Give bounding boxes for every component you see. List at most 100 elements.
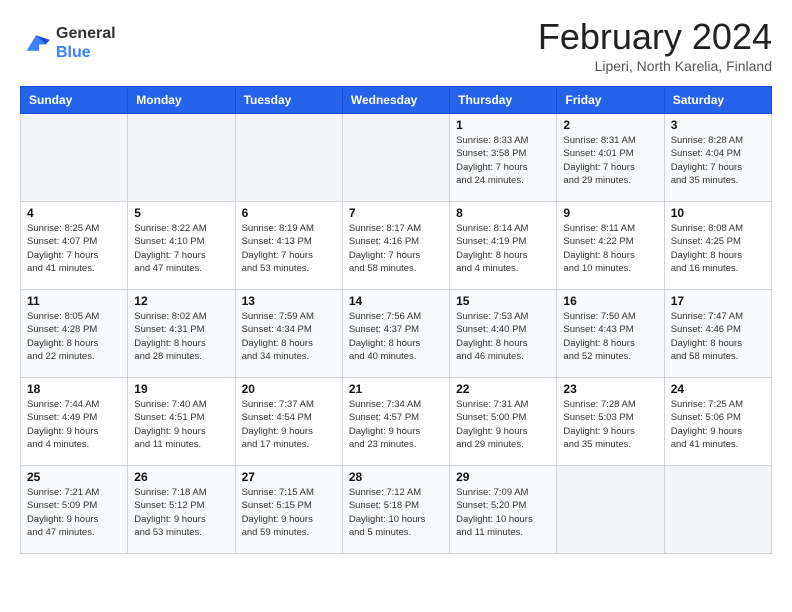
day-number: 29	[456, 470, 550, 484]
day-info: Sunrise: 7:34 AM Sunset: 4:57 PM Dayligh…	[349, 398, 443, 451]
day-info: Sunrise: 8:25 AM Sunset: 4:07 PM Dayligh…	[27, 222, 121, 275]
calendar-cell: 3 Sunrise: 8:28 AM Sunset: 4:04 PM Daylig…	[664, 114, 771, 202]
calendar-cell: 26 Sunrise: 7:18 AM Sunset: 5:12 PM Dayli…	[128, 466, 235, 554]
logo-icon	[20, 29, 52, 57]
day-number: 25	[27, 470, 121, 484]
day-info: Sunrise: 7:37 AM Sunset: 4:54 PM Dayligh…	[242, 398, 336, 451]
calendar-cell	[342, 114, 449, 202]
calendar-cell: 12Sunrise: 8:02 AM Sunset: 4:31 PM Dayli…	[128, 290, 235, 378]
calendar-cell: 10 Sunrise: 8:08 AM Sunset: 4:25 PM Dayli…	[664, 202, 771, 290]
day-number: 16	[563, 294, 657, 308]
calendar-cell: 17 Sunrise: 7:47 AM Sunset: 4:46 PM Dayli…	[664, 290, 771, 378]
day-info: Sunrise: 8:33 AM Sunset: 3:58 PM Dayligh…	[456, 134, 550, 187]
day-number: 12	[134, 294, 228, 308]
calendar-cell	[664, 466, 771, 554]
day-number: 28	[349, 470, 443, 484]
day-info: Sunrise: 7:44 AM Sunset: 4:49 PM Dayligh…	[27, 398, 121, 451]
calendar-cell: 4Sunrise: 8:25 AM Sunset: 4:07 PM Daylig…	[21, 202, 128, 290]
day-number: 18	[27, 382, 121, 396]
day-number: 15	[456, 294, 550, 308]
day-number: 23	[563, 382, 657, 396]
calendar-cell: 29 Sunrise: 7:09 AM Sunset: 5:20 PM Dayli…	[450, 466, 557, 554]
calendar-cell: 9Sunrise: 8:11 AM Sunset: 4:22 PM Daylig…	[557, 202, 664, 290]
calendar-cell	[235, 114, 342, 202]
calendar-day-header: Friday	[557, 87, 664, 114]
calendar-cell	[557, 466, 664, 554]
calendar-cell: 20 Sunrise: 7:37 AM Sunset: 4:54 PM Dayli…	[235, 378, 342, 466]
day-number: 27	[242, 470, 336, 484]
calendar-cell: 28 Sunrise: 7:12 AM Sunset: 5:18 PM Dayli…	[342, 466, 449, 554]
day-info: Sunrise: 7:59 AM Sunset: 4:34 PM Dayligh…	[242, 310, 336, 363]
calendar-cell: 21Sunrise: 7:34 AM Sunset: 4:57 PM Dayli…	[342, 378, 449, 466]
day-number: 1	[456, 118, 550, 132]
calendar-day-header: Sunday	[21, 87, 128, 114]
calendar-day-header: Tuesday	[235, 87, 342, 114]
day-number: 17	[671, 294, 765, 308]
calendar-cell: 18 Sunrise: 7:44 AM Sunset: 4:49 PM Dayli…	[21, 378, 128, 466]
calendar-cell: 27Sunrise: 7:15 AM Sunset: 5:15 PM Dayli…	[235, 466, 342, 554]
day-number: 26	[134, 470, 228, 484]
day-info: Sunrise: 7:28 AM Sunset: 5:03 PM Dayligh…	[563, 398, 657, 451]
calendar-cell: 6Sunrise: 8:19 AM Sunset: 4:13 PM Daylig…	[235, 202, 342, 290]
month-title: February 2024	[538, 16, 772, 58]
calendar-cell	[128, 114, 235, 202]
day-number: 5	[134, 206, 228, 220]
calendar-cell: 24 Sunrise: 7:25 AM Sunset: 5:06 PM Dayli…	[664, 378, 771, 466]
day-number: 22	[456, 382, 550, 396]
day-info: Sunrise: 8:17 AM Sunset: 4:16 PM Dayligh…	[349, 222, 443, 275]
calendar-cell: 14 Sunrise: 7:56 AM Sunset: 4:37 PM Dayli…	[342, 290, 449, 378]
day-info: Sunrise: 8:22 AM Sunset: 4:10 PM Dayligh…	[134, 222, 228, 275]
location: Liperi, North Karelia, Finland	[538, 58, 772, 74]
calendar-cell: 19Sunrise: 7:40 AM Sunset: 4:51 PM Dayli…	[128, 378, 235, 466]
day-info: Sunrise: 7:25 AM Sunset: 5:06 PM Dayligh…	[671, 398, 765, 451]
day-number: 19	[134, 382, 228, 396]
calendar-cell	[21, 114, 128, 202]
calendar-cell: 5 Sunrise: 8:22 AM Sunset: 4:10 PM Daylig…	[128, 202, 235, 290]
calendar-table: SundayMondayTuesdayWednesdayThursdayFrid…	[20, 86, 772, 554]
day-number: 24	[671, 382, 765, 396]
calendar-week-row: 25 Sunrise: 7:21 AM Sunset: 5:09 PM Dayli…	[21, 466, 772, 554]
day-info: Sunrise: 7:50 AM Sunset: 4:43 PM Dayligh…	[563, 310, 657, 363]
calendar-week-row: 11 Sunrise: 8:05 AM Sunset: 4:28 PM Dayli…	[21, 290, 772, 378]
calendar-cell: 25 Sunrise: 7:21 AM Sunset: 5:09 PM Dayli…	[21, 466, 128, 554]
title-area: February 2024 Liperi, North Karelia, Fin…	[538, 16, 772, 74]
day-info: Sunrise: 8:14 AM Sunset: 4:19 PM Dayligh…	[456, 222, 550, 275]
calendar-week-row: 4Sunrise: 8:25 AM Sunset: 4:07 PM Daylig…	[21, 202, 772, 290]
day-info: Sunrise: 8:28 AM Sunset: 4:04 PM Dayligh…	[671, 134, 765, 187]
day-info: Sunrise: 7:31 AM Sunset: 5:00 PM Dayligh…	[456, 398, 550, 451]
day-number: 20	[242, 382, 336, 396]
day-info: Sunrise: 7:53 AM Sunset: 4:40 PM Dayligh…	[456, 310, 550, 363]
calendar-cell: 22 Sunrise: 7:31 AM Sunset: 5:00 PM Dayli…	[450, 378, 557, 466]
day-info: Sunrise: 7:18 AM Sunset: 5:12 PM Dayligh…	[134, 486, 228, 539]
day-info: Sunrise: 8:31 AM Sunset: 4:01 PM Dayligh…	[563, 134, 657, 187]
day-number: 2	[563, 118, 657, 132]
day-info: Sunrise: 7:56 AM Sunset: 4:37 PM Dayligh…	[349, 310, 443, 363]
calendar-cell: 13Sunrise: 7:59 AM Sunset: 4:34 PM Dayli…	[235, 290, 342, 378]
calendar-cell: 1 Sunrise: 8:33 AM Sunset: 3:58 PM Daylig…	[450, 114, 557, 202]
calendar-cell: 11 Sunrise: 8:05 AM Sunset: 4:28 PM Dayli…	[21, 290, 128, 378]
day-info: Sunrise: 7:21 AM Sunset: 5:09 PM Dayligh…	[27, 486, 121, 539]
day-number: 14	[349, 294, 443, 308]
calendar-cell: 2 Sunrise: 8:31 AM Sunset: 4:01 PM Daylig…	[557, 114, 664, 202]
day-number: 11	[27, 294, 121, 308]
day-info: Sunrise: 7:12 AM Sunset: 5:18 PM Dayligh…	[349, 486, 443, 539]
calendar-cell: 7Sunrise: 8:17 AM Sunset: 4:16 PM Daylig…	[342, 202, 449, 290]
calendar-day-header: Monday	[128, 87, 235, 114]
day-info: Sunrise: 7:09 AM Sunset: 5:20 PM Dayligh…	[456, 486, 550, 539]
calendar-week-row: 1 Sunrise: 8:33 AM Sunset: 3:58 PM Daylig…	[21, 114, 772, 202]
day-info: Sunrise: 7:47 AM Sunset: 4:46 PM Dayligh…	[671, 310, 765, 363]
day-info: Sunrise: 8:08 AM Sunset: 4:25 PM Dayligh…	[671, 222, 765, 275]
day-number: 9	[563, 206, 657, 220]
day-number: 8	[456, 206, 550, 220]
calendar-cell: 8 Sunrise: 8:14 AM Sunset: 4:19 PM Daylig…	[450, 202, 557, 290]
calendar-week-row: 18 Sunrise: 7:44 AM Sunset: 4:49 PM Dayli…	[21, 378, 772, 466]
logo-text: General Blue	[56, 24, 116, 62]
day-number: 10	[671, 206, 765, 220]
day-info: Sunrise: 8:19 AM Sunset: 4:13 PM Dayligh…	[242, 222, 336, 275]
calendar-day-header: Saturday	[664, 87, 771, 114]
calendar-day-header: Wednesday	[342, 87, 449, 114]
calendar-cell: 23 Sunrise: 7:28 AM Sunset: 5:03 PM Dayli…	[557, 378, 664, 466]
header: General Blue February 2024 Liperi, North…	[20, 16, 772, 74]
day-info: Sunrise: 8:05 AM Sunset: 4:28 PM Dayligh…	[27, 310, 121, 363]
day-number: 3	[671, 118, 765, 132]
